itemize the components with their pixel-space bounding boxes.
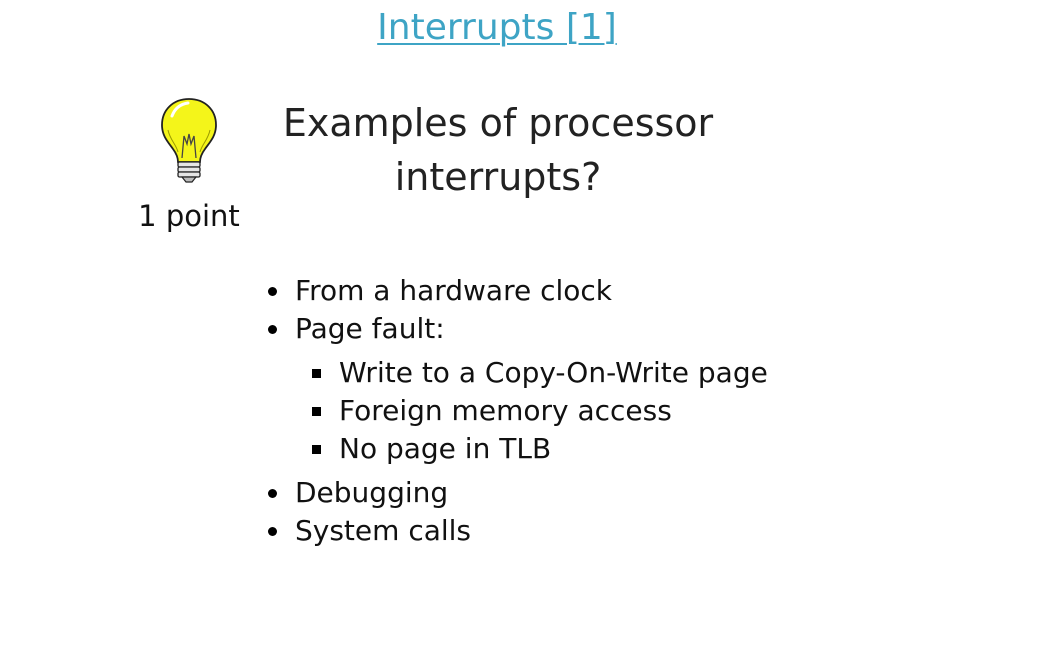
sublist-item-label: Foreign memory access	[339, 394, 672, 427]
square-bullet-icon	[312, 406, 321, 416]
list-item-label: From a hardware clock	[295, 274, 613, 307]
page-fault-sublist: Write to a Copy-On-Write page Foreign me…	[260, 354, 768, 468]
bullet-icon	[268, 286, 277, 296]
list-item: Page fault:	[260, 310, 768, 348]
list-item-label: System calls	[295, 514, 472, 547]
slide-title-link[interactable]: Interrupts [1]	[0, 6, 994, 50]
list-item-label: Page fault:	[295, 312, 445, 345]
answer-list: From a hardware clock Page fault: Write …	[260, 272, 768, 550]
list-item: System calls	[260, 512, 768, 550]
question-text: Examples of processor interrupts?	[282, 101, 714, 199]
sublist-item-label: No page in TLB	[339, 432, 552, 465]
list-item: Debugging	[260, 474, 768, 512]
lightbulb-icon	[161, 98, 217, 183]
sublist-item-label: Write to a Copy-On-Write page	[339, 356, 768, 389]
square-bullet-icon	[312, 444, 321, 454]
list-item: From a hardware clock	[260, 272, 768, 310]
list-item-label: Debugging	[295, 476, 449, 509]
bullet-icon	[268, 488, 277, 498]
sublist-item: No page in TLB	[260, 430, 768, 468]
bullet-icon	[268, 324, 277, 334]
sublist-item: Write to a Copy-On-Write page	[260, 354, 768, 392]
square-bullet-icon	[312, 368, 321, 378]
points-label: 1 point	[138, 199, 240, 233]
sublist-item: Foreign memory access	[260, 392, 768, 430]
bullet-icon	[268, 526, 277, 536]
